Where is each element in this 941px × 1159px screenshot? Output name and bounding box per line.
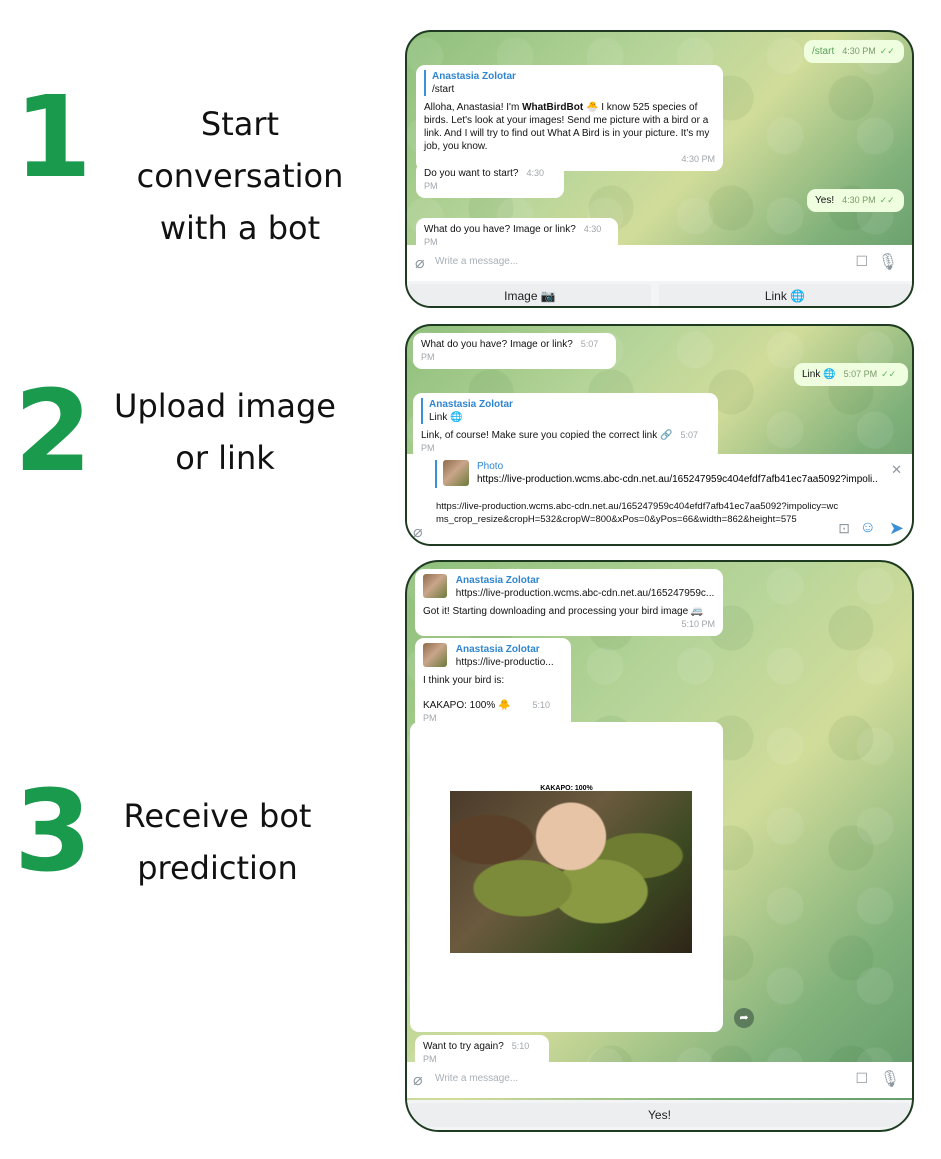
keyboard-button-image[interactable]: Image 📷 (409, 284, 651, 306)
commands-icon[interactable]: ⊡ (838, 520, 850, 537)
message-want-start: Do you want to start? 4:30 PM (416, 162, 564, 198)
message-prediction: Anastasia Zolotar https://live-productio… (415, 638, 571, 730)
message-image[interactable]: KAKAPO: 100% (410, 722, 723, 1032)
message-text: Want to try again? (423, 1041, 504, 1052)
message-time: 5:07 PM (843, 369, 878, 379)
read-check-icon: ✓✓ (879, 195, 895, 205)
preview-thumbnail (443, 460, 469, 486)
reply-author: Anastasia Zolotar (455, 575, 540, 586)
preview-title: Photo (477, 461, 504, 472)
reply-text: /start (432, 84, 455, 95)
reply-quote: Anastasia Zolotar https://live-productio… (423, 643, 563, 669)
link-preview: Photo https://live-production.wcms.abc-c… (435, 460, 883, 488)
step-text-3: Receive bot prediction (123, 797, 312, 887)
microphone-icon[interactable]: 🎙 (880, 1069, 900, 1089)
paperclip-icon[interactable]: ⌀ (413, 1070, 423, 1090)
message-time: 4:30 PM (842, 195, 876, 205)
reply-text: https://live-production.wcms.abc-cdn.net… (455, 588, 715, 599)
reply-quote: Anastasia Zolotar Link 🌐 (421, 398, 710, 424)
message-text: Link 🌐 (802, 369, 836, 380)
message-yes-outgoing: Yes! 4:30 PM ✓✓ (807, 189, 904, 212)
bot-name: WhatBirdBot (522, 102, 584, 113)
message-text: Yes! (815, 195, 835, 206)
reply-quote: Anastasia Zolotar https://live-productio… (423, 574, 715, 600)
prediction-intro: I think your bird is: (423, 675, 505, 686)
reply-keyboard: Yes! (407, 1100, 912, 1130)
read-check-icon: ✓✓ (879, 46, 895, 56)
prediction-result: KAKAPO: 100% 🐥 (423, 700, 511, 711)
message-what-have: What do you have? Image or link? 5:07 PM (413, 333, 616, 369)
message-link-outgoing: Link 🌐 5:07 PM ✓✓ (794, 363, 908, 386)
reply-keyboard: Image 📷 Link 🌐 (407, 281, 912, 306)
forward-icon[interactable]: ➦ (734, 1008, 754, 1028)
message-time: 5:10 PM (681, 619, 715, 629)
kakapo-photo (450, 791, 692, 953)
message-text: /start (812, 46, 835, 57)
sticker-icon[interactable]: ☐ (855, 253, 868, 270)
message-input-bar: ⌀ Write a message... ☐ 🎙 (407, 1062, 912, 1098)
message-time: 4:30 PM (681, 154, 715, 164)
reply-author: Anastasia Zolotar (429, 399, 513, 410)
reply-text: Link 🌐 (429, 412, 463, 423)
step-number-1: 1 (14, 73, 92, 203)
message-text: Link, of course! Make sure you copied th… (421, 430, 673, 441)
message-time: 4:30 PM (842, 46, 876, 56)
message-text: What do you have? Image or link? (424, 224, 576, 235)
message-text: Got it! Starting downloading and process… (423, 606, 704, 617)
sticker-icon[interactable]: ☐ (855, 1070, 868, 1087)
link-preview-and-input: Photo https://live-production.wcms.abc-c… (407, 454, 912, 544)
message-input[interactable]: Write a message... (435, 1073, 518, 1084)
message-text: Do you want to start? (424, 168, 519, 179)
paperclip-icon[interactable]: ⌀ (413, 522, 423, 542)
message-text: What do you have? Image or link? (421, 339, 573, 350)
message-link-reply: Anastasia Zolotar Link 🌐 Link, of course… (413, 393, 718, 460)
chat-panel-start: /start 4:30 PM ✓✓ Anastasia Zolotar /start… (405, 30, 914, 308)
message-got-it: Anastasia Zolotar https://live-productio… (415, 569, 723, 636)
step-number-3: 3 (14, 767, 92, 897)
paperclip-icon[interactable]: ⌀ (415, 253, 425, 273)
message-input[interactable]: Write a message... (435, 256, 518, 267)
reply-text: https://live-productio... (455, 657, 554, 668)
chat-panel-upload: What do you have? Image or link? 5:07 PM … (405, 324, 914, 546)
step-text-2: Upload image or link (114, 387, 336, 477)
reply-quote: Anastasia Zolotar /start (424, 70, 715, 96)
read-check-icon: ✓✓ (881, 369, 897, 379)
microphone-icon[interactable]: 🎙 (878, 252, 898, 272)
emoji-icon[interactable]: ☺ (860, 519, 876, 537)
close-icon[interactable]: ✕ (891, 462, 902, 478)
reply-thumbnail (423, 643, 447, 667)
greeting-text-pre: Alloha, Anastasia! I'm (424, 102, 523, 113)
send-icon[interactable]: ➤ (889, 518, 904, 539)
reply-author: Anastasia Zolotar (455, 644, 540, 655)
step-number-2: 2 (14, 367, 92, 497)
chat-panel-prediction: Anastasia Zolotar https://live-productio… (405, 560, 914, 1132)
message-input-bar: ⌀ Write a message... ☐ 🎙 (407, 245, 912, 281)
reply-thumbnail (423, 574, 447, 598)
reply-author: Anastasia Zolotar (432, 71, 516, 82)
keyboard-button-link[interactable]: Link 🌐 (659, 284, 911, 306)
message-text: Alloha, Anastasia! I'm WhatBirdBot 🐣 I k… (424, 101, 715, 153)
preview-url: https://live-production.wcms.abc-cdn.net… (477, 474, 877, 485)
message-start-outgoing: /start 4:30 PM ✓✓ (804, 40, 904, 63)
message-input[interactable]: https://live-production.wcms.abc-cdn.net… (436, 500, 846, 526)
keyboard-button-yes[interactable]: Yes! (409, 1103, 910, 1127)
message-greeting: Anastasia Zolotar /start Alloha, Anastas… (416, 65, 723, 171)
step-text-1: Start conversation with a bot (136, 105, 344, 247)
